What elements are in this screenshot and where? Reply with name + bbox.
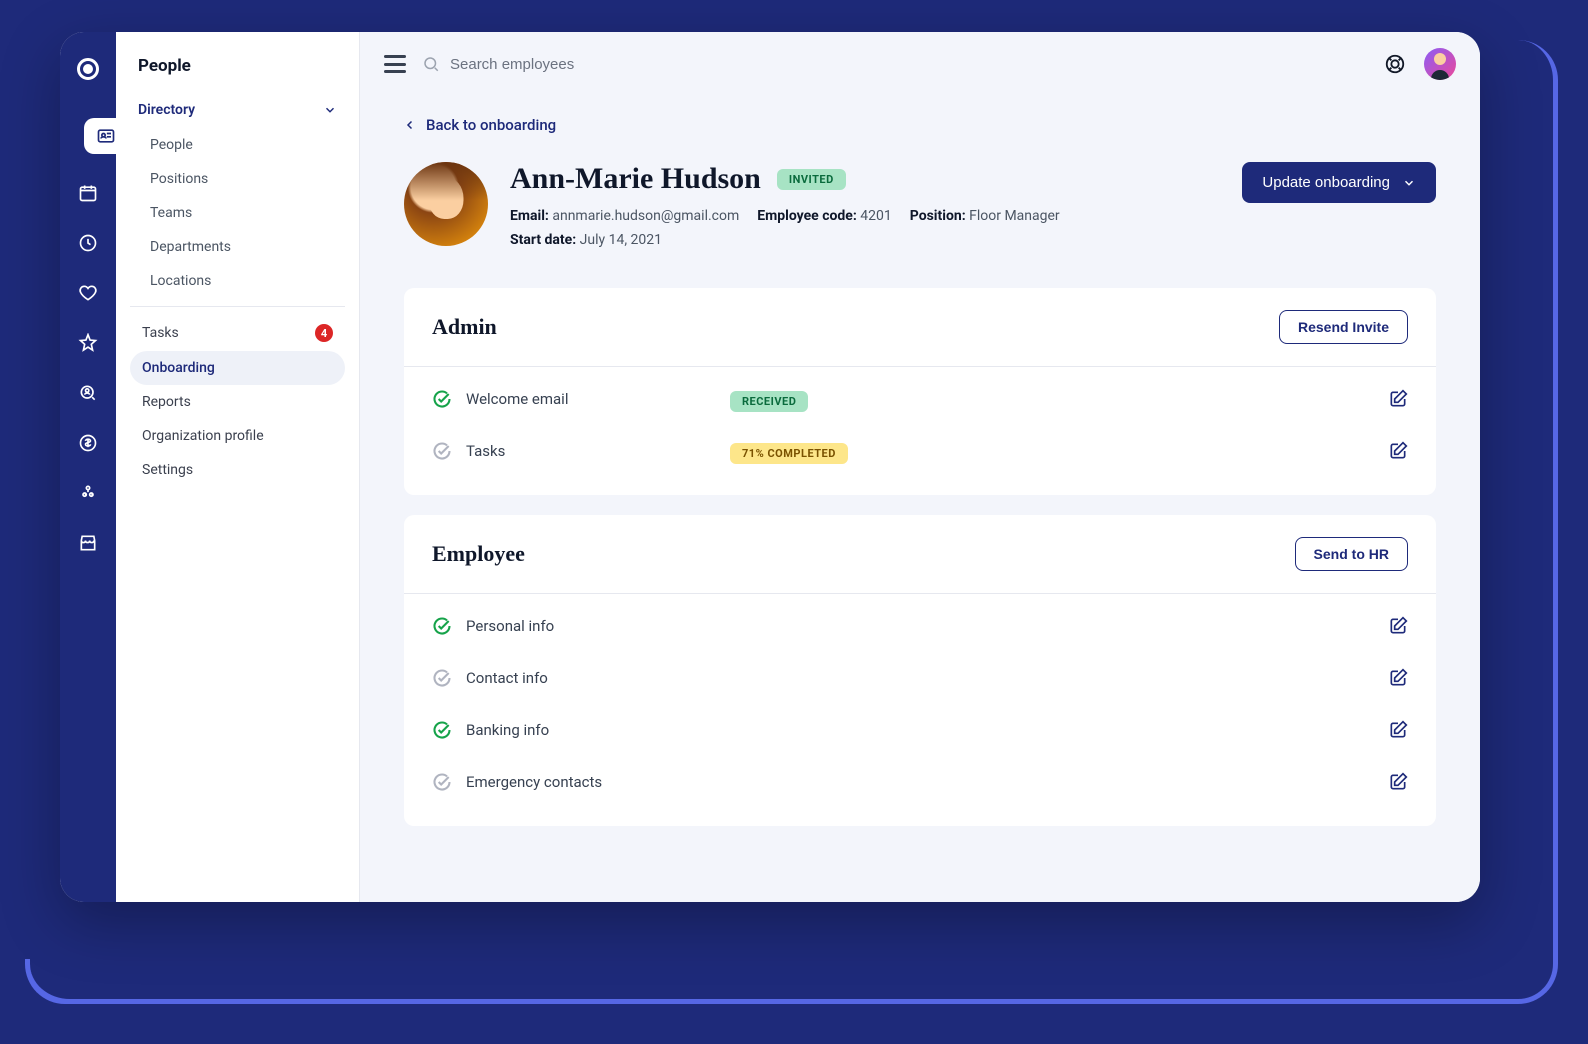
main-content: Back to onboarding Ann-Marie Hudson INVI… [360,32,1480,902]
nav-sub-departments[interactable]: Departments [130,230,345,264]
employee-card-title: Employee [432,541,525,567]
user-avatar[interactable] [1424,48,1456,80]
tasks-status: 71% COMPLETED [730,443,848,464]
nav-sub-positions[interactable]: Positions [130,162,345,196]
welcome-label: Welcome email [466,390,716,408]
resend-invite-button[interactable]: Resend Invite [1279,310,1408,344]
nav-org-profile-label: Organization profile [142,428,264,444]
help-icon[interactable] [1384,53,1406,75]
personal-label: Personal info [466,617,716,635]
admin-row-tasks: Tasks 71% COMPLETED [432,425,1408,477]
search-input[interactable] [450,56,1368,73]
check-pending-icon [432,668,452,688]
chevron-down-icon [1402,176,1416,190]
profile-info: Ann-Marie Hudson INVITED Email: annmarie… [510,162,1220,256]
nav-onboarding-label: Onboarding [142,360,215,376]
nav-settings-label: Settings [142,462,193,478]
topbar [360,32,1480,96]
profile-header: Ann-Marie Hudson INVITED Email: annmarie… [404,162,1436,256]
employee-row-emergency: Emergency contacts [432,756,1408,808]
tasks-badge: 4 [315,324,333,342]
app-window: People Directory People Positions Teams … [60,32,1480,902]
search-person-rail-icon[interactable] [77,382,99,404]
emergency-label: Emergency contacts [466,773,716,791]
check-done-icon [432,720,452,740]
admin-card: Admin Resend Invite Welcome email RECEIV… [404,288,1436,495]
send-to-hr-button[interactable]: Send to HR [1295,537,1408,571]
people-rail-icon[interactable] [84,118,128,154]
employee-card: Employee Send to HR Personal info Contac… [404,515,1436,826]
store-rail-icon[interactable] [77,532,99,554]
dollar-rail-icon[interactable] [77,432,99,454]
edit-icon[interactable] [1388,389,1408,409]
contact-label: Contact info [466,669,716,687]
nav-directory-header[interactable]: Directory [130,92,345,128]
update-onboarding-button[interactable]: Update onboarding [1242,162,1436,203]
status-badge: INVITED [777,169,846,190]
edit-icon[interactable] [1388,441,1408,461]
nav-settings[interactable]: Settings [130,453,345,487]
heart-rail-icon[interactable] [77,282,99,304]
sidebar: People Directory People Positions Teams … [116,32,360,902]
check-pending-icon [432,772,452,792]
nav-reports-label: Reports [142,394,191,410]
meta-position: Position: Floor Manager [910,208,1060,224]
topbar-right [1384,48,1456,80]
star-rail-icon[interactable] [77,332,99,354]
employee-row-banking: Banking info [432,704,1408,756]
nav-divider [130,306,345,307]
check-done-icon [432,616,452,636]
check-pending-icon [432,441,452,461]
search-wrap [422,55,1368,73]
nav-sub-locations[interactable]: Locations [130,264,345,298]
welcome-status: RECEIVED [730,391,808,412]
edit-icon[interactable] [1388,772,1408,792]
check-done-icon [432,389,452,409]
chevron-down-icon [323,103,337,117]
nav-directory-label: Directory [138,102,195,118]
clock-rail-icon[interactable] [77,232,99,254]
edit-icon[interactable] [1388,720,1408,740]
back-link[interactable]: Back to onboarding [404,116,1436,134]
admin-card-title: Admin [432,314,497,340]
employee-row-personal: Personal info [432,600,1408,652]
edit-icon[interactable] [1388,668,1408,688]
meta-emp-code: Employee code: 4201 [757,208,892,224]
meta-start-date: Start date: July 14, 2021 [510,232,662,248]
employee-row-contact: Contact info [432,652,1408,704]
hamburger-icon[interactable] [384,55,406,73]
nav-tasks-label: Tasks [142,325,179,341]
nav-tasks[interactable]: Tasks 4 [130,315,345,351]
tasks-label: Tasks [466,442,716,460]
icon-rail [60,32,116,902]
settings-rail-icon[interactable] [77,482,99,504]
search-icon [422,55,440,73]
content: Back to onboarding Ann-Marie Hudson INVI… [360,96,1480,866]
nav-onboarding[interactable]: Onboarding [130,351,345,385]
nav-sub-people[interactable]: People [130,128,345,162]
logo-icon[interactable] [77,58,99,80]
update-btn-label: Update onboarding [1262,174,1390,191]
back-link-label: Back to onboarding [426,116,556,134]
nav-sub-teams[interactable]: Teams [130,196,345,230]
chevron-left-icon [404,117,416,133]
banking-label: Banking info [466,721,716,739]
nav-org-profile[interactable]: Organization profile [130,419,345,453]
meta-email: Email: annmarie.hudson@gmail.com [510,208,739,224]
calendar-rail-icon[interactable] [77,182,99,204]
nav-reports[interactable]: Reports [130,385,345,419]
sidebar-title: People [130,56,345,92]
employee-name: Ann-Marie Hudson [510,162,761,196]
admin-row-welcome: Welcome email RECEIVED [432,373,1408,425]
employee-avatar [404,162,488,246]
edit-icon[interactable] [1388,616,1408,636]
